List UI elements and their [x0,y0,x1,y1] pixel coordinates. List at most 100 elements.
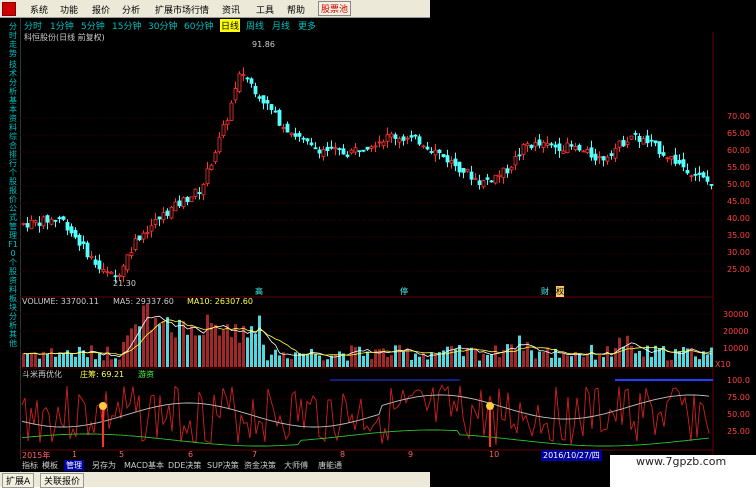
volume-bar [286,358,289,367]
candle-body [433,149,438,156]
tab-sup[interactable]: SUP决策 [207,460,239,471]
volume-bar [706,354,709,367]
volume-bar [26,354,29,367]
volume-bar [258,315,261,367]
volume-bar [638,350,641,367]
volume-bar [574,351,577,367]
tab-capital[interactable]: 资金决策 [244,460,276,471]
candle-body [605,156,610,162]
event-marker-high[interactable]: 高 [255,286,263,297]
candle-body [525,143,530,147]
candle-body [509,166,514,171]
tab-dde[interactable]: DDE决策 [168,460,201,471]
candle-body [101,268,106,273]
candle-body [601,156,606,161]
volume-bar [610,356,613,367]
candle-body [369,146,374,149]
candle-body [461,167,466,173]
event-marker-finance[interactable]: 财 [541,286,549,297]
candle-body [517,154,522,157]
volume-bar [226,324,229,367]
volume-bar [538,351,541,367]
candle-body [181,197,186,207]
candle-body [549,143,554,146]
candle-body [53,219,58,222]
volume-bar [30,352,33,367]
tab-indicator[interactable]: 指标 [22,460,38,471]
candle-body [229,102,234,121]
volume-bar [682,347,685,367]
candle-body [61,216,66,220]
candle-body [273,110,278,113]
tab-manage[interactable]: 管理 [64,460,84,471]
tab-save-as[interactable]: 另存为 [92,460,116,471]
candle-body [465,168,470,172]
volume-bar [118,359,121,367]
volume-bar [230,337,233,367]
volume-bar [210,323,213,367]
volume-axis-20000: 20000 [723,327,749,336]
volume-bar [426,359,429,367]
volume-bar [646,345,649,367]
volume-bar [70,353,73,367]
volume-bar [434,354,437,367]
candle-body [161,212,166,221]
date-axis-5: 5 [119,450,125,459]
indicator-name[interactable]: 斗米再优化 [22,369,62,380]
price-axis-70: 70.00 [727,112,750,121]
candle-body [245,77,250,80]
volume-bar [238,342,241,367]
candle-body [201,184,206,196]
volume-axis-30000: 30000 [723,310,749,319]
candle-body [561,150,566,154]
candle-body [569,144,574,147]
candle-body [177,200,182,207]
tab-master[interactable]: 大师傅 [284,460,308,471]
candle-body [193,188,198,197]
volume-bar [570,356,573,367]
indicator-axis-75: 75.00 [727,393,750,402]
event-marker-right[interactable]: 权 [556,286,564,297]
volume-bar [182,321,185,367]
volume-bar [358,346,361,367]
candle-body [481,180,486,188]
volume-bar [410,359,413,367]
candle-body [609,153,614,156]
price-axis-35: 35.00 [727,231,750,240]
event-marker-suspend[interactable]: 停 [400,286,408,297]
candle-body [257,96,262,99]
volume-bar [254,333,257,367]
volume-bar [206,314,209,367]
candle-body [337,148,342,151]
candle-body [681,159,686,168]
candle-body [109,271,114,275]
candle-body [65,222,70,231]
candle-body [221,124,226,137]
candle-body [401,136,406,141]
volume-bar [490,354,493,367]
volume-bar [278,355,281,367]
candle-body [281,127,286,130]
candle-body [45,215,50,223]
volume-bar [174,337,177,367]
tab-template[interactable]: 模板 [42,460,58,471]
candle-body [677,160,682,164]
candle-body [437,149,442,154]
extension-a-button[interactable]: 扩展A [2,473,35,488]
candle-body [241,74,246,77]
volume-bar [606,346,609,367]
volume-bar [266,360,269,367]
candle-body [533,142,538,147]
tab-tangnengtong[interactable]: 唐能通 [318,460,342,471]
volume-bar [390,355,393,367]
candle-body [625,141,630,145]
volume-bar [446,346,449,367]
volume-bar [614,348,617,367]
candle-body [349,149,354,154]
tab-macd[interactable]: MACD基本 [124,460,164,471]
volume-bar [54,356,57,367]
candle-body [261,95,266,104]
candle-body [329,146,334,149]
candle-body [485,177,490,180]
related-quote-button[interactable]: 关联报价 [40,473,85,488]
